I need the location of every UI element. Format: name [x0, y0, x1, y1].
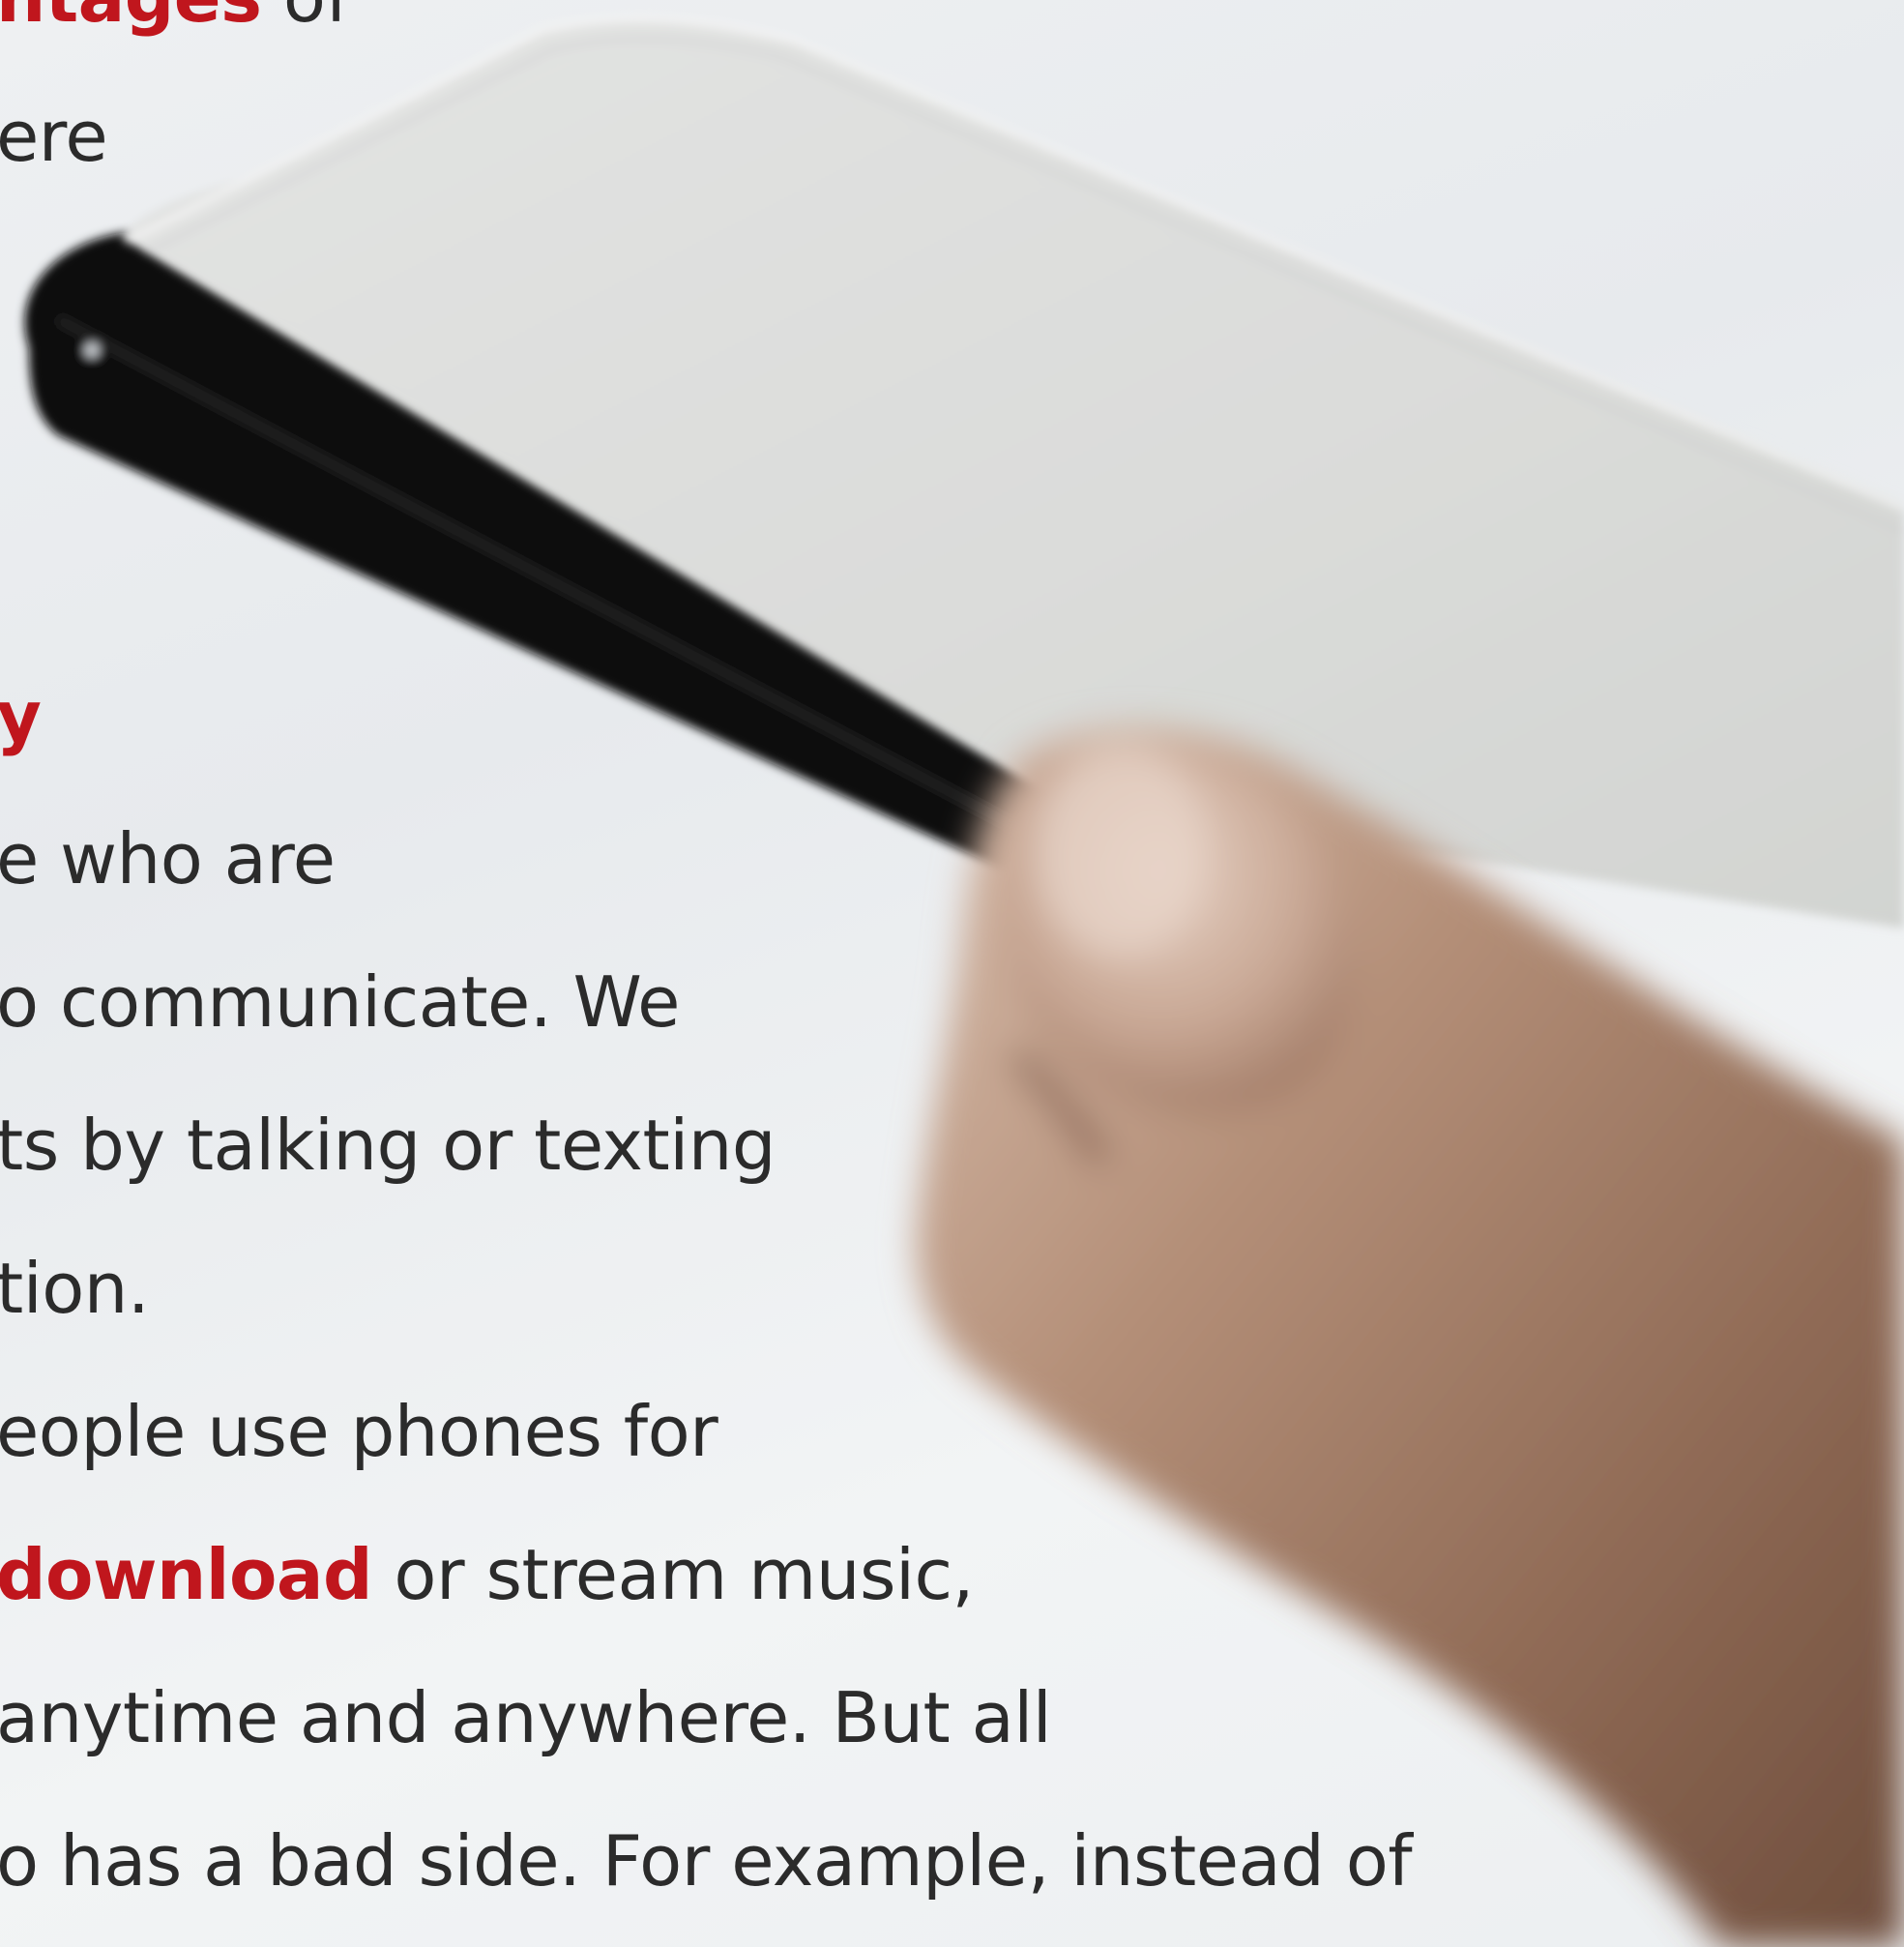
- text-line-7: eople use phones for: [0, 1388, 718, 1475]
- text-line-2: ere: [0, 93, 108, 180]
- text-fragment: of: [262, 0, 350, 38]
- text-fragment: tion.: [0, 1248, 150, 1329]
- text-line-10: o has a bad side. For example, instead o…: [0, 1817, 1413, 1904]
- hand-image: [916, 726, 1904, 1947]
- text-line-5: ts by talking or texting: [0, 1102, 776, 1189]
- text-fragment: anytime and anywhere. But all: [0, 1677, 1052, 1758]
- text-fragment: or stream music,: [372, 1534, 974, 1615]
- highlighted-term: download: [0, 1534, 373, 1615]
- text-fragment: e who are: [0, 818, 336, 900]
- text-line-8: download or stream music,: [0, 1531, 974, 1618]
- section-heading-fragment: y: [0, 673, 42, 760]
- text-fragment: eople use phones for: [0, 1391, 718, 1472]
- heading-text: y: [0, 676, 42, 757]
- highlighted-term: ntages: [0, 0, 262, 38]
- text-line-9: anytime and anywhere. But all: [0, 1674, 1052, 1761]
- text-line-1: ntages of: [0, 0, 350, 41]
- text-fragment: ts by talking or texting: [0, 1105, 776, 1186]
- text-fragment: ere: [0, 96, 108, 177]
- text-line-6: tion.: [0, 1245, 150, 1332]
- text-fragment: o has a bad side. For example, instead o…: [0, 1820, 1413, 1902]
- text-line-3: e who are: [0, 815, 336, 902]
- text-fragment: o communicate. We: [0, 961, 680, 1043]
- text-line-4: o communicate. We: [0, 959, 680, 1046]
